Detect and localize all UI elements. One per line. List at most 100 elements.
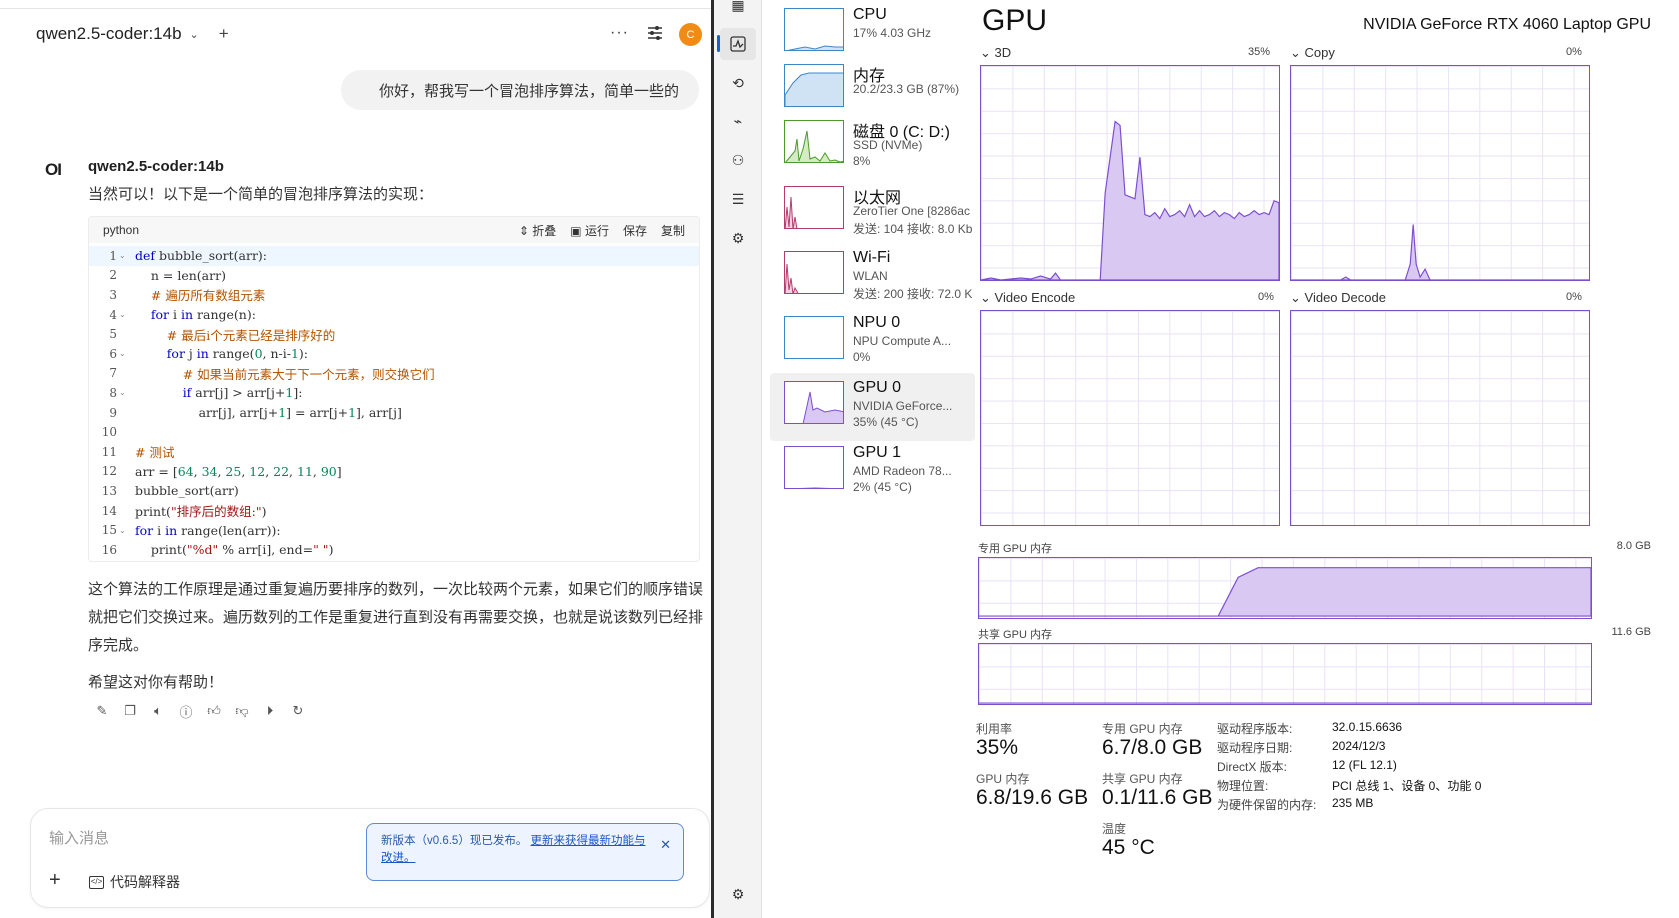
code-line: 13 bubble_sort(arr) <box>89 481 699 501</box>
gpu-panel: GPU NVIDIA GeForce RTX 4060 Laptop GPU ⌄… <box>972 0 1679 918</box>
shared-stat-value: 0.1/11.6 GB <box>1102 786 1213 809</box>
sidebar-toggle-icon[interactable]: ⁄ <box>0 26 8 40</box>
dedicated-stat-label: 专用 GPU 内存 <box>1102 722 1183 736</box>
code-text: print("%d" % arr[i], end=" ") <box>135 542 334 558</box>
code-editor[interactable]: 1 ⌄ def bubble_sort(arr): 2 n = len(arr) 3 #… <box>89 243 699 560</box>
startup-apps-icon[interactable]: ⌁ <box>729 112 747 130</box>
close-icon[interactable]: ✕ <box>660 836 671 853</box>
play-icon[interactable]: ⏵ <box>262 703 278 719</box>
collapse-button[interactable]: ⇕ 折叠 <box>519 222 556 239</box>
fold-chevron-icon[interactable]: ⌄ <box>117 349 127 358</box>
avatar[interactable]: C <box>679 23 702 46</box>
edit-icon[interactable]: ✎ <box>94 703 110 719</box>
code-header: python ⇕ 折叠 ▣ 运行 保存 复制 <box>89 217 699 243</box>
processes-icon[interactable]: ▦ <box>729 0 747 14</box>
resource-title: NPU 0 <box>853 314 901 331</box>
message-actions: ✎ ❐ 🔈︎ ⓘ 👍︎ 👎︎ ⏵ ↻ <box>94 703 306 720</box>
code-text: for j in range(0, n-i-1): <box>166 346 309 362</box>
gpu-memory-value: 6.8/19.6 GB <box>976 786 1089 809</box>
code-interpreter-toggle[interactable]: </> 代码解释器 <box>89 872 180 892</box>
thumbs-up-icon[interactable]: 👍︎ <box>206 703 222 719</box>
resource-item-wi-fi[interactable]: Wi-Fi WLAN 发送: 200 接收: 72.0 K <box>770 243 975 311</box>
add-model-icon[interactable]: + <box>219 24 229 44</box>
utilization-value: 35% <box>976 736 1019 759</box>
attach-plus-icon[interactable]: + <box>49 869 61 892</box>
run-button[interactable]: ▣ 运行 <box>570 222 609 239</box>
resource-item-npu-0[interactable]: NPU 0 NPU Compute A... 0% <box>770 308 975 376</box>
code-line: 12 arr = [64, 34, 25, 12, 22, 11, 90] <box>89 462 699 482</box>
save-button[interactable]: 保存 <box>623 222 647 239</box>
resource-item-gpu-0[interactable]: GPU 0 NVIDIA GeForce... 35% (45 °C) <box>770 373 975 441</box>
line-number: 13 <box>101 483 117 498</box>
resource-detail-secondary: 发送: 200 接收: 72.0 K <box>853 287 973 301</box>
resource-title: GPU 1 <box>853 444 902 461</box>
resource-detail: NPU Compute A... <box>853 334 952 348</box>
nav-active-indicator <box>717 35 720 52</box>
model-selector[interactable]: qwen2.5-coder:14b ⌄ + <box>36 24 229 44</box>
thumbs-down-icon[interactable]: 👎︎ <box>234 703 250 719</box>
code-text: # 最后i个元素已经是排序好的 <box>166 327 336 343</box>
resource-list: CPU 17% 4.03 GHz 内存 20.2/23.3 GB (87%) 磁盘 0 … <box>762 0 975 918</box>
message-input[interactable]: 输入消息 <box>49 827 109 848</box>
code-text: # 遍历所有数组元素 <box>150 288 266 304</box>
info-icon[interactable]: ⓘ <box>178 703 194 720</box>
code-text: # 测试 <box>135 445 175 461</box>
info-value: 235 MB <box>1332 796 1374 810</box>
code-text: # 如果当前元素大于下一个元素，则交换它们 <box>182 366 435 382</box>
code-text: bubble_sort(arr) <box>135 483 239 499</box>
line-number: 3 <box>109 287 117 302</box>
temperature-label: 温度 <box>1102 822 1127 836</box>
code-text: n = len(arr) <box>135 267 226 283</box>
graph-copy-selector[interactable]: ⌄ Copy <box>1290 45 1335 61</box>
graph-copy <box>1290 65 1590 281</box>
resource-item-0-c-d[interactable]: 磁盘 0 (C: D:) SSD (NVMe) 8% <box>770 112 975 180</box>
code-text: print("排序后的数组:") <box>135 504 267 520</box>
users-icon[interactable]: ⚇ <box>729 151 747 169</box>
resource-detail-secondary: 35% (45 °C) <box>853 415 919 429</box>
code-line: 7 # 如果当前元素大于下一个元素，则交换它们 <box>89 364 699 384</box>
graph-3d-selector[interactable]: ⌄ 3D <box>980 45 1011 61</box>
fold-chevron-icon[interactable]: ⌄ <box>117 526 127 535</box>
code-interpreter-label: 代码解释器 <box>110 874 180 890</box>
regenerate-icon[interactable]: ↻ <box>290 703 306 719</box>
resource-item-[interactable]: 以太网 ZeroTier One [8286ac 发送: 104 接收: 8.0 K… <box>770 178 975 246</box>
details-icon[interactable]: ☰ <box>729 190 747 208</box>
info-key: 为硬件保留的内存: <box>1217 798 1317 812</box>
task-manager: ▦ ⟲ ⌁ ⚇ ☰ ⚙ ⚙ CPU 17% 4.03 GHz 内存 20.2/23.3… <box>714 0 1679 918</box>
more-options-icon[interactable]: ··· <box>610 24 629 42</box>
line-number: 6 <box>109 346 117 361</box>
user-message: 你好，帮我写一个冒泡排序算法，简单一些的 <box>341 70 699 110</box>
shared-memory-graph <box>978 643 1592 705</box>
resource-item-gpu-1[interactable]: GPU 1 AMD Radeon 78... 2% (45 °C) <box>770 438 975 506</box>
assistant-explanation: 这个算法的工作原理是通过重复遍历要排序的数列，一次比较两个元素，如果它们的顺序错… <box>88 581 704 654</box>
line-number: 7 <box>109 366 117 381</box>
shared-stat-label: 共享 GPU 内存 <box>1102 772 1183 786</box>
graph-video-encode <box>980 310 1280 526</box>
app-history-icon[interactable]: ⟲ <box>729 74 747 92</box>
fold-chevron-icon[interactable]: ⌄ <box>117 251 127 260</box>
graph-video-encode-selector[interactable]: ⌄ Video Encode <box>980 290 1075 306</box>
utilization-label: 利用率 <box>976 722 1013 736</box>
copy-button[interactable]: 复制 <box>661 222 685 239</box>
graph-copy-percent: 0% <box>1566 46 1582 58</box>
fold-chevron-icon[interactable]: ⌄ <box>117 310 127 319</box>
controls-sliders-icon[interactable] <box>646 24 664 42</box>
graph-video-decode-selector[interactable]: ⌄ Video Decode <box>1290 290 1386 306</box>
performance-icon[interactable] <box>729 35 747 53</box>
line-number: 9 <box>109 405 117 420</box>
info-key: DirectX 版本: <box>1217 760 1288 774</box>
resource-thumbnail-graph <box>784 186 844 229</box>
info-key: 驱动程序日期: <box>1217 741 1293 755</box>
copy-icon[interactable]: ❐ <box>122 703 138 719</box>
fold-chevron-icon[interactable]: ⌄ <box>117 388 127 397</box>
assistant-intro: 当然可以！以下是一个简单的冒泡排序算法的实现： <box>88 186 434 203</box>
dedicated-memory-max: 8.0 GB <box>1616 540 1651 552</box>
speaker-icon[interactable]: 🔈︎ <box>150 703 166 719</box>
resource-detail: 17% 4.03 GHz <box>853 26 932 40</box>
settings-icon[interactable]: ⚙ <box>729 885 747 903</box>
services-icon[interactable]: ⚙ <box>729 229 747 247</box>
update-toast: 新版本（v0.6.5）现已发布。 更新来获得最新功能与改进。 ✕ <box>366 823 684 881</box>
dedicated-memory-plot <box>979 567 1591 617</box>
line-number: 4 <box>109 307 117 322</box>
resource-detail: NVIDIA GeForce... <box>853 399 953 413</box>
